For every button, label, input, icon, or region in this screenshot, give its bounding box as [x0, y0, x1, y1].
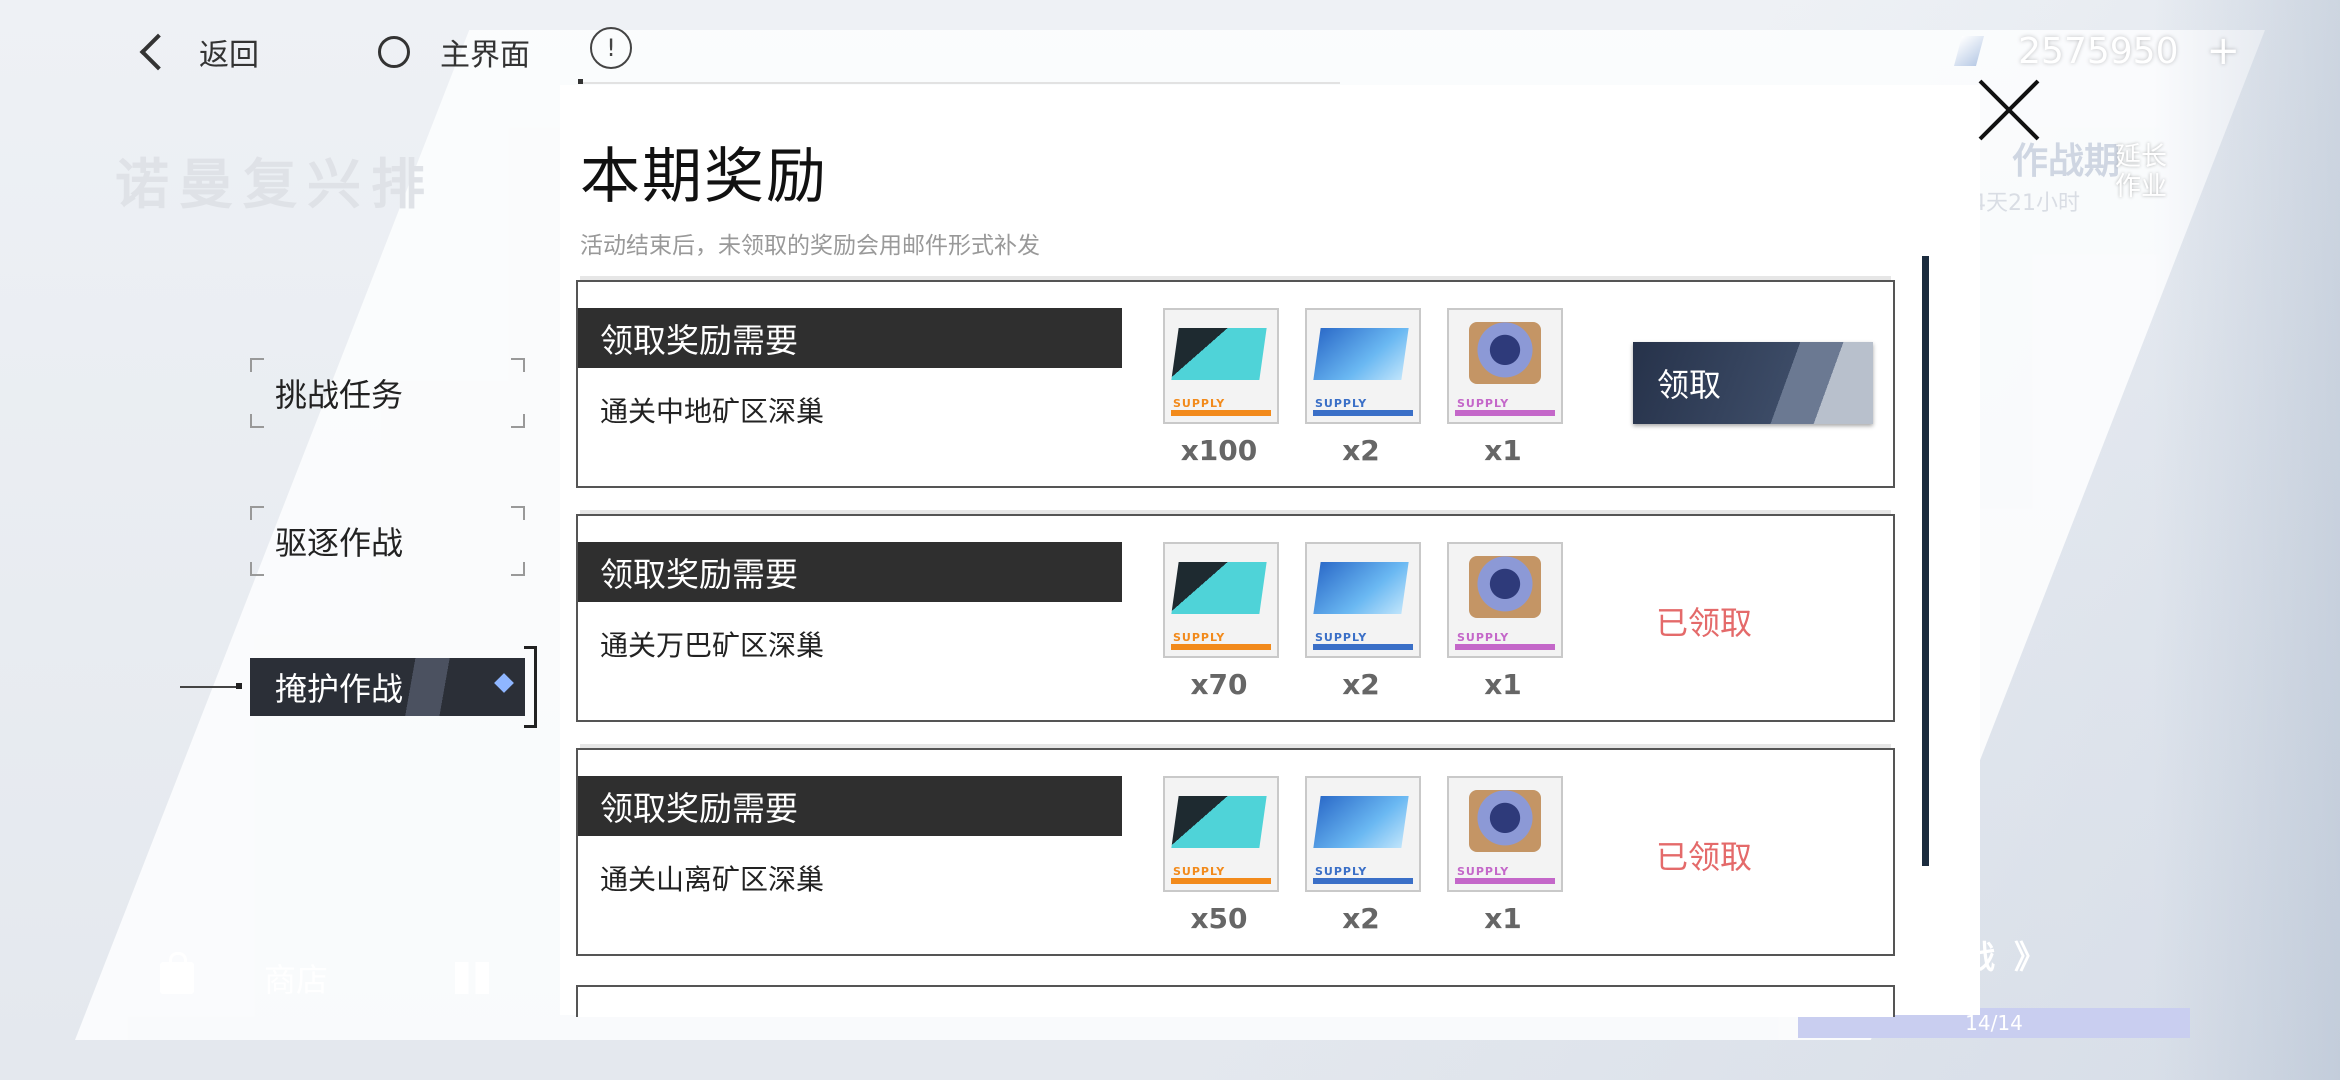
reward-item[interactable]: SUPPLY [1305, 308, 1421, 424]
exp-card-icon [1313, 328, 1409, 380]
back-label: 返回 [199, 38, 259, 73]
header-divider-dot [578, 79, 583, 84]
shop-button[interactable]: 商店 [160, 952, 329, 1001]
item-quantity: x100 [1180, 434, 1258, 467]
requirement-text: 通关山离矿区深巢 [600, 863, 825, 896]
item-quantity: x2 [1342, 668, 1380, 701]
sidebar-item-cover[interactable]: 掩护作战 [250, 646, 537, 728]
home-button[interactable]: 主界面 [378, 30, 530, 74]
diamond-icon [494, 673, 514, 693]
gem-icon [1950, 32, 1988, 70]
reward-item[interactable]: SUPPLY [1163, 776, 1279, 892]
item-quantity: x70 [1190, 668, 1248, 701]
currency-value: 2575950 [2018, 30, 2179, 72]
reward-item[interactable]: SUPPLY [1163, 308, 1279, 424]
reward-item[interactable]: SUPPLY [1305, 542, 1421, 658]
sidebar-item-challenge[interactable]: 挑战任务 [250, 358, 525, 428]
supply-chip-ticket-icon [1171, 796, 1267, 848]
item-quantity: x50 [1190, 902, 1248, 935]
claimed-status: 已领取 [1656, 604, 1753, 642]
reward-item[interactable]: SUPPLY [1447, 542, 1563, 658]
add-currency-button[interactable]: + [2206, 28, 2240, 74]
processor-chip-icon [1469, 322, 1541, 384]
info-button[interactable]: ! [590, 26, 632, 70]
shopping-bag-icon [160, 952, 194, 994]
requirement-text: 通关万巴矿区深巢 [600, 629, 825, 662]
info-icon: ! [590, 27, 632, 69]
header-divider [580, 82, 1340, 84]
reward-item[interactable]: SUPPLY [1305, 776, 1421, 892]
item-quantity: x1 [1484, 668, 1522, 701]
requirement-header: 领取奖励需要 [578, 542, 1122, 602]
shop-label: 商店 [264, 961, 329, 999]
gift-icon [455, 962, 489, 994]
claimed-status: 已领取 [1656, 838, 1753, 876]
reward-item[interactable]: SUPPLY [1447, 776, 1563, 892]
panel-title: 本期奖励 [580, 142, 828, 212]
reward-item[interactable]: SUPPLY [1447, 308, 1563, 424]
sidebar-active-dot [236, 683, 242, 689]
item-quantity: x2 [1342, 902, 1380, 935]
requirement-header: 领取奖励需要 [578, 776, 1122, 836]
reward-card: 领取奖励需要 通关山离矿区深巢 SUPPLY x50 SUPPLY x2 SUP… [576, 748, 1895, 956]
reward-card-partial [576, 985, 1895, 1017]
requirement-header: 领取奖励需要 [578, 308, 1122, 368]
supply-chip-ticket-icon [1171, 562, 1267, 614]
extend-button[interactable]: 延长 作业 [2115, 142, 2167, 202]
sidebar-item-label: 掩护作战 [275, 670, 404, 708]
sidebar-item-label: 挑战任务 [275, 376, 404, 414]
sidebar-active-line [180, 686, 240, 688]
item-quantity: x1 [1484, 434, 1522, 467]
home-ring-icon [378, 36, 410, 68]
background-event-title: 诺曼复兴排 [115, 153, 435, 216]
back-button[interactable]: 返回 [139, 30, 259, 74]
reward-item[interactable]: SUPPLY [1163, 542, 1279, 658]
supply-chip-ticket-icon [1171, 328, 1267, 380]
scrollbar[interactable] [1922, 256, 1929, 866]
extend-line-2: 作业 [2115, 172, 2168, 202]
exp-card-icon [1313, 796, 1409, 848]
close-icon[interactable] [1975, 75, 2045, 145]
item-quantity: x1 [1484, 902, 1522, 935]
reward-card: 领取奖励需要 通关万巴矿区深巢 SUPPLY x70 SUPPLY x2 SUP… [576, 514, 1895, 722]
sidebar-item-label: 驱逐作战 [275, 524, 404, 562]
currency-display: 2575950 + [1950, 28, 2240, 74]
chevron-left-icon [139, 33, 177, 71]
extend-line-1: 延长 [2115, 142, 2168, 172]
item-quantity: x2 [1342, 434, 1380, 467]
exp-card-icon [1313, 562, 1409, 614]
reward-card: 领取奖励需要 通关中地矿区深巢 SUPPLY x100 SUPPLY x2 SU… [576, 280, 1895, 488]
panel-subtitle: 活动结束后，未领取的奖励会用邮件形式补发 [580, 233, 1040, 259]
home-label: 主界面 [440, 38, 530, 73]
requirement-text: 通关中地矿区深巢 [600, 395, 825, 428]
claim-button[interactable]: 领取 [1633, 342, 1873, 424]
processor-chip-icon [1469, 790, 1541, 852]
selection-bracket [524, 646, 537, 728]
sidebar-item-expel[interactable]: 驱逐作战 [250, 506, 525, 576]
processor-chip-icon [1469, 556, 1541, 618]
